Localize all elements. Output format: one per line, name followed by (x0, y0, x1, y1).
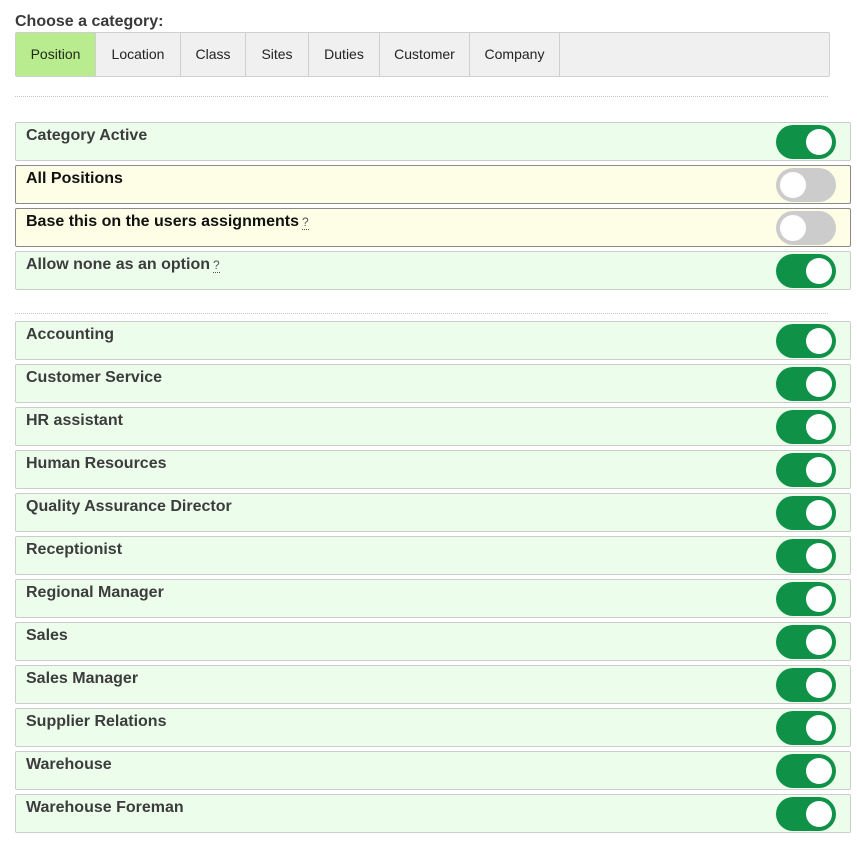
category-tabbar: Position Location Class Sites Duties Cus… (15, 32, 830, 77)
position-label: Sales (26, 627, 68, 644)
section-divider (15, 96, 828, 97)
setting-label: Base this on the users assignments? (26, 212, 309, 232)
position-label: Human Resources (26, 455, 167, 472)
position-toggle[interactable] (776, 582, 836, 616)
position-label: Customer Service (26, 369, 163, 386)
position-label: Receptionist (26, 541, 123, 558)
toggle-knob (806, 758, 832, 784)
toggle-knob (806, 500, 832, 526)
setting-label-text: Base this on the users assignments (26, 213, 299, 230)
section-divider (15, 313, 828, 314)
toggle-knob (806, 715, 832, 741)
position-row: Warehouse Foreman (15, 794, 851, 833)
position-label: Accounting (26, 326, 114, 343)
setting-row-allow-none: Allow none as an option? (15, 251, 851, 290)
setting-row-all-positions: All Positions (15, 165, 851, 204)
position-toggle[interactable] (776, 711, 836, 745)
tab-sites[interactable]: Sites (246, 33, 309, 76)
position-toggle[interactable] (776, 754, 836, 788)
setting-label: Allow none as an option? (26, 255, 220, 275)
setting-label-text: Allow none as an option (26, 256, 210, 273)
toggle-knob (806, 457, 832, 483)
allow-none-toggle[interactable] (776, 254, 836, 288)
position-toggle[interactable] (776, 453, 836, 487)
tab-position[interactable]: Position (16, 33, 96, 76)
toggle-knob (780, 215, 806, 241)
position-label: HR assistant (26, 412, 123, 429)
position-row: Sales Manager (15, 665, 851, 704)
position-toggle[interactable] (776, 797, 836, 831)
position-row: Warehouse (15, 751, 851, 790)
position-toggle[interactable] (776, 410, 836, 444)
toggle-knob (806, 328, 832, 354)
toggle-knob (806, 414, 832, 440)
position-row: Customer Service (15, 364, 851, 403)
tab-customer[interactable]: Customer (380, 33, 470, 76)
setting-label: Category Active (26, 127, 148, 144)
position-label: Sales Manager (26, 670, 139, 687)
position-row: Quality Assurance Director (15, 493, 851, 532)
category-active-toggle[interactable] (776, 125, 836, 159)
position-row: Human Resources (15, 450, 851, 489)
position-label: Supplier Relations (26, 713, 167, 730)
position-label: Quality Assurance Director (26, 498, 232, 515)
toggle-knob (806, 629, 832, 655)
position-label: Warehouse Foreman (26, 799, 184, 816)
position-row: Accounting (15, 321, 851, 360)
toggle-knob (806, 129, 832, 155)
toggle-knob (806, 258, 832, 284)
position-toggle[interactable] (776, 367, 836, 401)
base-on-assignments-toggle[interactable] (776, 211, 836, 245)
position-row: Supplier Relations (15, 708, 851, 747)
setting-label: All Positions (26, 170, 123, 187)
position-toggle[interactable] (776, 539, 836, 573)
position-row: Receptionist (15, 536, 851, 575)
setting-row-base-on-assignments: Base this on the users assignments? (15, 208, 851, 247)
position-toggle[interactable] (776, 668, 836, 702)
position-label: Warehouse (26, 756, 112, 773)
toggle-knob (806, 371, 832, 397)
tab-duties[interactable]: Duties (309, 33, 380, 76)
position-label: Regional Manager (26, 584, 164, 601)
tab-company[interactable]: Company (470, 33, 560, 76)
toggle-knob (806, 543, 832, 569)
help-icon[interactable]: ? (301, 215, 309, 230)
all-positions-toggle[interactable] (776, 168, 836, 202)
setting-row-category-active: Category Active (15, 122, 851, 161)
position-row: HR assistant (15, 407, 851, 446)
toggle-knob (806, 672, 832, 698)
toggle-knob (806, 801, 832, 827)
position-toggle[interactable] (776, 625, 836, 659)
position-toggle[interactable] (776, 496, 836, 530)
help-icon[interactable]: ? (213, 258, 220, 273)
page-title: Choose a category: (15, 13, 164, 30)
tab-location[interactable]: Location (96, 33, 181, 76)
position-row: Regional Manager (15, 579, 851, 618)
toggle-knob (806, 586, 832, 612)
position-row: Sales (15, 622, 851, 661)
toggle-knob (780, 172, 806, 198)
position-toggle[interactable] (776, 324, 836, 358)
tab-class[interactable]: Class (181, 33, 246, 76)
